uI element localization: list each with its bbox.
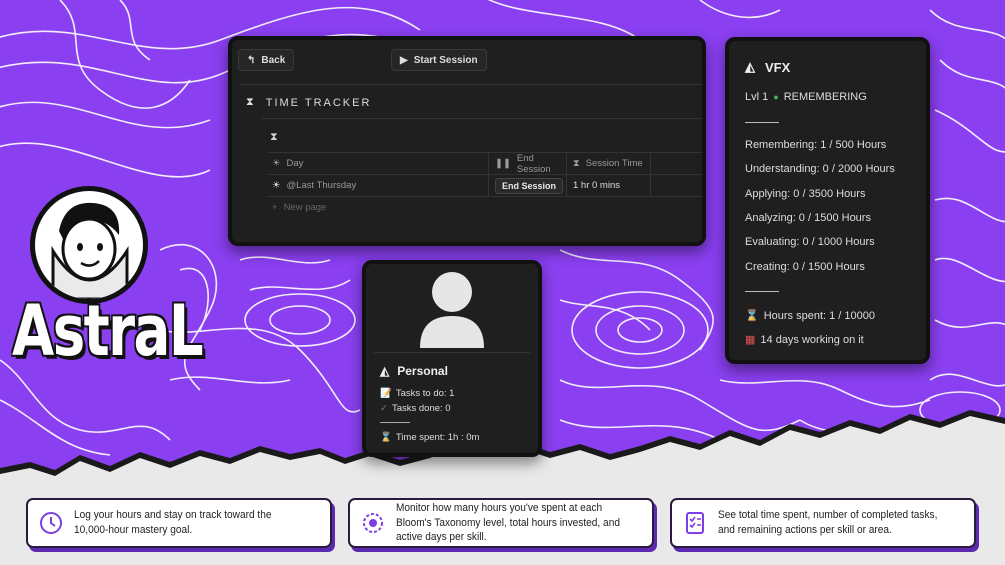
end-session-button[interactable]: End Session — [495, 177, 564, 194]
skill-line: Remembering: 1 / 500 Hours — [745, 139, 887, 151]
divider — [262, 118, 702, 119]
tasks-done: ✓ Tasks done: 0 — [380, 403, 451, 414]
play-icon: ▶ — [400, 54, 408, 66]
time-spent: ⌛ Time spent: 1h : 0m — [380, 432, 480, 443]
skill-line: Applying: 0 / 3500 Hours — [745, 188, 866, 200]
level-line: Lvl 1 ● REMEMBERING — [745, 91, 867, 103]
tracker-title: ⧗ TIME TRACKER — [246, 96, 372, 109]
sun-icon: ☀ — [272, 180, 281, 191]
user-silhouette-icon — [420, 272, 484, 348]
clock-icon — [40, 512, 62, 534]
hourglass-icon: ⧗ — [246, 96, 256, 108]
brain-gear-icon — [363, 513, 383, 533]
hourglass-icon: ⌛ — [380, 432, 392, 443]
skill-line: Analyzing: 0 / 1500 Hours — [745, 212, 871, 224]
table-header-row: ☀ Day ❚❚ End Session ⧗ Session Time — [268, 152, 702, 175]
divider — [240, 84, 702, 85]
avatar — [30, 186, 148, 304]
vfx-skill-panel: ◭ VFX Lvl 1 ● REMEMBERING Remembering: 1… — [725, 37, 930, 364]
cartoon-face-icon — [51, 202, 129, 299]
back-button[interactable]: ↰ Back — [238, 49, 295, 71]
shapes-icon: ◭ — [745, 59, 755, 74]
divider — [374, 352, 530, 353]
skill-line: Understanding: 0 / 2000 Hours — [745, 163, 895, 175]
day-cell: @Last Thursday — [286, 180, 357, 191]
sun-icon: ☀ — [272, 158, 281, 169]
skill-line: Creating: 0 / 1500 Hours — [745, 261, 865, 273]
feature-text: Monitor how many hours you've spent at e… — [396, 501, 620, 544]
hourglass-icon: ⧗ — [270, 131, 278, 143]
session-table: ☀ Day ❚❚ End Session ⧗ Session Time ☀ @Last … — [268, 152, 702, 218]
start-session-button[interactable]: ▶ Start Session — [391, 49, 487, 71]
hours-spent: ⌛ Hours spent: 1 / 10000 — [745, 309, 875, 323]
feature-text: Log your hours and stay on track toward … — [74, 509, 272, 536]
session-time-cell: 1 hr 0 mins — [573, 180, 620, 191]
check-icon: ✓ — [380, 403, 388, 414]
status-dot-icon: ● — [773, 92, 779, 102]
memo-icon: 📝 — [380, 388, 392, 399]
divider — [745, 122, 779, 123]
feature-card-bloom: Monitor how many hours you've spent at e… — [348, 498, 654, 548]
time-tracker-panel: ↰ Back ▶ Start Session ⧗ TIME TRACKER ⧗ … — [228, 36, 706, 246]
tasks-todo: 📝 Tasks to do: 1 — [380, 388, 455, 399]
divider — [745, 291, 779, 292]
profile-placeholder — [374, 270, 530, 352]
new-page-row[interactable]: + New page — [268, 196, 702, 218]
plus-icon: + — [272, 202, 278, 213]
days-working: ▦ 14 days working on it — [745, 333, 864, 347]
divider — [380, 422, 410, 423]
back-arrow-icon: ↰ — [247, 54, 256, 66]
skill-line: Evaluating: 0 / 1000 Hours — [745, 236, 875, 248]
calendar-icon: ▦ — [745, 334, 756, 346]
feature-text: See total time spent, number of complete… — [718, 509, 938, 536]
hourglass-icon: ⧗ — [573, 158, 580, 169]
hourglass-icon: ⌛ — [745, 310, 759, 322]
personal-title: ◭ Personal — [380, 364, 448, 378]
table-row[interactable]: ☀ @Last Thursday End Session 1 hr 0 mins — [268, 174, 702, 196]
vfx-title: ◭ VFX — [745, 59, 791, 75]
pause-icon: ❚❚ — [495, 158, 511, 169]
shapes-icon: ◭ — [380, 364, 390, 378]
personal-panel: ◭ Personal 📝 Tasks to do: 1 ✓ Tasks done… — [362, 260, 542, 457]
feature-card-stats: See total time spent, number of complete… — [670, 498, 976, 548]
brand-logo-text: AstraL — [12, 290, 204, 372]
checklist-icon — [686, 512, 704, 534]
feature-card-time-log: Log your hours and stay on track toward … — [26, 498, 332, 548]
